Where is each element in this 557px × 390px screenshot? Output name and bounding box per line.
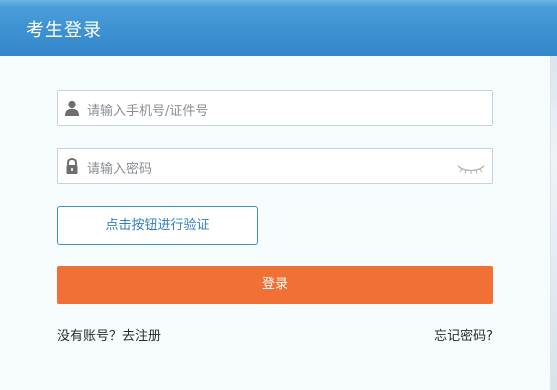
password-input[interactable]: 请输入密码 — [57, 148, 493, 184]
login-header: 考生登录 — [0, 0, 557, 56]
user-icon — [64, 100, 80, 116]
phone-id-placeholder: 请输入手机号/证件号 — [87, 104, 209, 119]
window-edge — [551, 0, 557, 390]
password-placeholder: 请输入密码 — [87, 162, 153, 177]
phone-id-input[interactable]: 请输入手机号/证件号 — [57, 90, 493, 126]
header-stripe — [0, 0, 557, 6]
register-link[interactable]: 没有账号？去注册 — [57, 325, 161, 344]
verify-button[interactable]: 点击按钮进行验证 — [57, 206, 258, 245]
closed-eye-icon[interactable] — [456, 160, 486, 174]
lock-icon — [64, 157, 80, 174]
page-title: 考生登录 — [26, 20, 102, 41]
login-button[interactable]: 登录 — [57, 266, 493, 304]
forgot-password-link[interactable]: 忘记密码? — [434, 325, 493, 344]
